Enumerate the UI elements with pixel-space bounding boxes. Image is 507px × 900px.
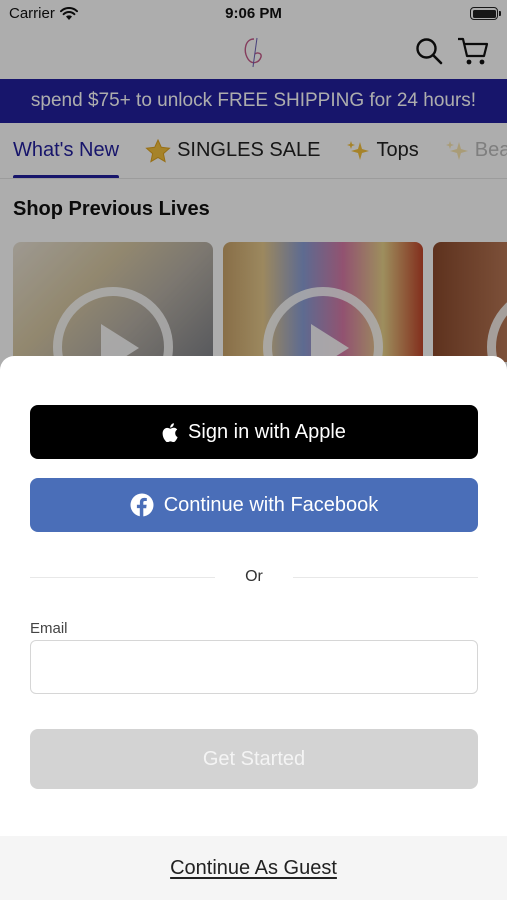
auth-bottom-sheet: Sign in with Apple Continue with Faceboo… bbox=[0, 356, 507, 900]
email-label: Email bbox=[30, 620, 68, 637]
sign-in-with-apple-button[interactable]: Sign in with Apple bbox=[30, 405, 478, 459]
get-started-label: Get Started bbox=[202, 747, 306, 770]
divider-line bbox=[30, 576, 216, 578]
apple-icon bbox=[162, 422, 178, 442]
continue-as-guest-link[interactable]: Continue As Guest bbox=[170, 857, 337, 880]
apple-button-label: Sign in with Apple bbox=[188, 420, 346, 443]
facebook-icon bbox=[130, 493, 154, 517]
facebook-button-label: Continue with Facebook bbox=[163, 493, 379, 516]
or-divider: Or bbox=[30, 566, 478, 588]
email-field[interactable] bbox=[30, 640, 478, 694]
continue-with-facebook-button[interactable]: Continue with Facebook bbox=[30, 478, 478, 532]
or-text: Or bbox=[245, 568, 263, 585]
get-started-button[interactable]: Get Started bbox=[30, 729, 478, 789]
divider-line bbox=[292, 576, 478, 578]
guest-footer: Continue As Guest bbox=[0, 836, 507, 900]
